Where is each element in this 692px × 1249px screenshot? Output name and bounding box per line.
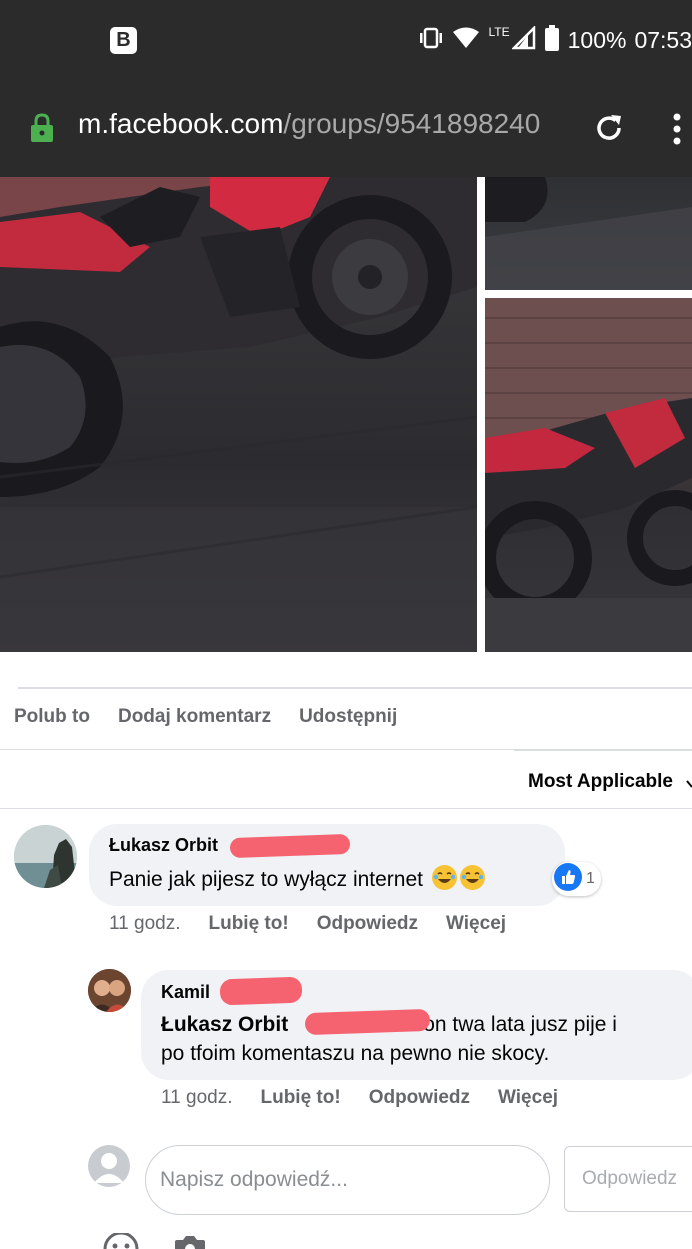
comment-reply-button[interactable]: Odpowiedz <box>369 1087 470 1109</box>
divider <box>18 687 692 689</box>
redaction-mark <box>229 833 351 859</box>
vibrate-icon <box>418 26 444 55</box>
comment-time[interactable]: 11 godz. <box>161 1087 232 1109</box>
comment-reply-button[interactable]: Odpowiedz <box>317 913 418 935</box>
comment-more-button[interactable]: Więcej <box>498 1087 558 1109</box>
url-field[interactable]: m.facebook.com/groups/9541898240 <box>78 108 573 140</box>
clock: 07:53 <box>634 26 692 53</box>
reaction-summary[interactable]: 1 <box>552 862 601 896</box>
avatar[interactable] <box>88 969 131 1012</box>
comment-button[interactable]: Dodaj komentarz <box>118 706 271 728</box>
comment-meta: 11 godz. Lubię to! Odpowiedz Więcej <box>161 1087 558 1109</box>
post-photo-1[interactable] <box>0 177 477 652</box>
divider <box>0 808 692 809</box>
signal-icon <box>510 24 536 55</box>
comment-meta: 11 godz. Lubię to! Odpowiedz Więcej <box>109 913 506 935</box>
comment-author[interactable]: Łukasz Orbit <box>109 835 218 856</box>
url-host: m.facebook.com <box>78 108 284 139</box>
redaction-mark <box>304 1008 431 1036</box>
network-type: LTE <box>488 25 510 39</box>
comment-like-button[interactable]: Lubię to! <box>260 1087 340 1109</box>
camera-icon[interactable] <box>173 1236 207 1249</box>
user-avatar-placeholder <box>88 1145 130 1187</box>
reload-icon[interactable] <box>593 112 625 149</box>
battery-level: 100% <box>567 26 627 53</box>
emoji-picker-icon[interactable] <box>103 1231 139 1249</box>
like-button[interactable]: Polub to <box>14 706 90 728</box>
status-bar: B LTE 100% 07:53 <box>0 0 692 82</box>
laughing-emoji-icon <box>431 865 457 890</box>
app-b-icon: B <box>110 27 137 54</box>
like-reaction-icon <box>554 862 582 896</box>
post-actions: Polub to Dodaj komentarz Udostępnij <box>14 706 397 728</box>
divider <box>514 749 692 751</box>
post-photo-2[interactable] <box>485 177 692 290</box>
comment-author[interactable]: Kamil <box>161 982 210 1003</box>
comment-text-body: on twa lata jusz pije i <box>423 1013 617 1036</box>
post-photo-3[interactable] <box>485 298 692 652</box>
more-vert-icon[interactable] <box>672 113 682 150</box>
laughing-emoji-icon <box>459 865 485 890</box>
comment-more-button[interactable]: Więcej <box>446 913 506 935</box>
screen: B LTE 100% 07:53 m.facebook.com/groups/9… <box>0 0 692 1249</box>
mention-link[interactable]: Łukasz Orbit <box>161 1013 288 1036</box>
share-button[interactable]: Udostępnij <box>299 706 397 728</box>
comment-text-body: Panie jak pijesz to wyłącz internet <box>109 868 423 891</box>
reaction-count: 1 <box>586 870 595 887</box>
comment-text-line2: po tfoim komentaszu na pewno nie skocy. <box>161 1042 550 1065</box>
battery-icon <box>544 24 560 56</box>
chevron-down-icon[interactable] <box>686 776 692 794</box>
reply-submit-button[interactable]: Odpowiedz <box>564 1146 692 1212</box>
reply-composer <box>145 1145 550 1215</box>
comment-time[interactable]: 11 godz. <box>109 913 180 935</box>
lock-icon[interactable] <box>30 113 54 148</box>
wifi-icon <box>452 26 480 55</box>
redaction-mark <box>219 976 303 1006</box>
comment-like-button[interactable]: Lubię to! <box>208 913 288 935</box>
avatar[interactable] <box>14 825 77 888</box>
status-icons: LTE 100% 07:53 <box>418 22 692 58</box>
reply-input[interactable] <box>160 1146 520 1214</box>
url-path: /groups/9541898240 <box>283 108 541 139</box>
comment-text: Panie jak pijesz to wyłącz internet <box>109 865 485 894</box>
comment-sort-dropdown[interactable]: Most Applicable <box>528 771 673 793</box>
